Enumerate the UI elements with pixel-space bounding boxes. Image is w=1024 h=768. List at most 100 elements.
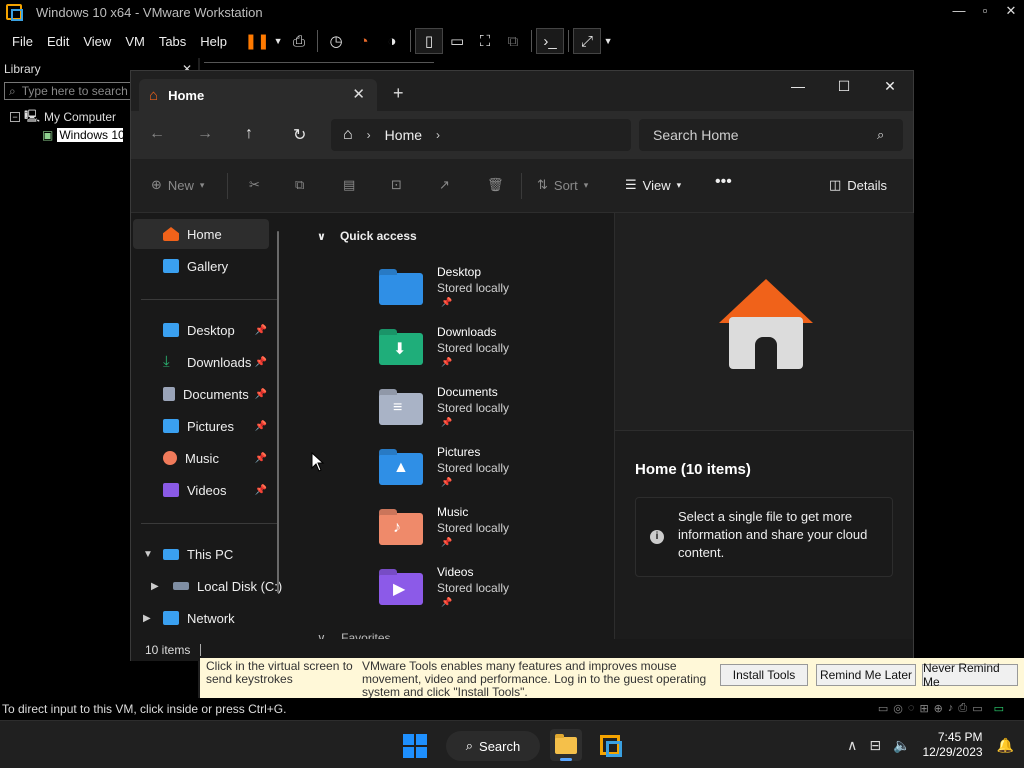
taskbar-vmware[interactable] xyxy=(594,729,626,761)
explorer-close-button[interactable]: ✕ xyxy=(867,71,913,101)
address-field[interactable]: ⌂ › Home › xyxy=(331,119,631,151)
cut-icon[interactable]: ✂ xyxy=(249,177,260,193)
vmware-minimize-button[interactable]: — xyxy=(946,0,972,24)
vmware-maximize-button[interactable]: ▫ xyxy=(972,0,998,24)
volume-icon[interactable]: 🔈 xyxy=(893,737,910,754)
vmware-close-button[interactable]: ✕ xyxy=(998,0,1024,24)
forward-arrow-icon[interactable]: → xyxy=(197,125,213,143)
favorites-header-partial[interactable]: ∨ Favorites xyxy=(317,631,391,639)
nav-gallery[interactable]: Gallery xyxy=(133,251,269,281)
rename-icon[interactable]: ⊡ xyxy=(391,177,402,193)
network-icon[interactable]: ⊟ xyxy=(869,737,881,754)
quick-access-item[interactable]: ⬇ Downloads Stored locally 📌 xyxy=(377,325,607,381)
quick-access-item[interactable]: ▶ Videos Stored locally 📌 xyxy=(377,565,607,621)
menu-edit[interactable]: Edit xyxy=(47,34,69,49)
quick-access-item[interactable]: Desktop Stored locally 📌 xyxy=(377,265,607,321)
hdd-icon[interactable]: ▭ xyxy=(878,702,888,715)
taskbar-clock[interactable]: 7:45 PM 12/29/2023 xyxy=(923,730,983,760)
nav-local-disk[interactable]: Local Disk (C:) xyxy=(133,571,282,601)
more-options-icon[interactable]: ••• xyxy=(715,173,732,191)
never-remind-button[interactable]: Never Remind Me xyxy=(922,661,1018,689)
copy-icon[interactable]: ⧉ xyxy=(295,177,304,193)
nav-music[interactable]: Music 📌 xyxy=(133,443,269,473)
send-ctrl-alt-del-icon[interactable]: ⎙ xyxy=(285,28,313,54)
windows-start-icon[interactable] xyxy=(403,734,427,758)
pin-icon[interactable]: 📌 xyxy=(255,357,267,368)
nav-videos[interactable]: Videos 📌 xyxy=(133,475,269,505)
nav-network[interactable]: Network xyxy=(133,603,269,633)
snapshot-manager-icon[interactable]: ◑ xyxy=(378,28,406,54)
search-input[interactable] xyxy=(639,119,903,151)
console-view-icon[interactable]: ›_ xyxy=(536,28,565,54)
usb-icon[interactable]: ⊕ xyxy=(934,702,943,715)
tab-close-icon[interactable]: ✕ xyxy=(352,85,365,103)
pause-icon[interactable]: ❚❚ xyxy=(243,28,271,54)
nav-downloads[interactable]: ⤓ Downloads 📌 xyxy=(133,347,269,377)
sort-button[interactable]: ⇅ Sort ▾ xyxy=(537,177,588,193)
up-arrow-icon[interactable]: ↑ xyxy=(245,125,253,143)
notification-bell-icon[interactable]: 🔔 xyxy=(997,737,1014,754)
remind-later-button[interactable]: Remind Me Later xyxy=(816,664,916,686)
collapse-icon[interactable]: − xyxy=(10,112,20,122)
install-tools-button[interactable]: Install Tools xyxy=(720,664,808,686)
stretch-guest-icon[interactable]: ⤢ xyxy=(573,28,602,54)
share-icon[interactable]: ↗ xyxy=(439,177,450,193)
printer-icon[interactable]: ⎙ xyxy=(958,702,967,715)
folder-icon: ♪ xyxy=(379,513,423,545)
explorer-minimize-button[interactable]: — xyxy=(775,71,821,101)
thumbnail-bar-icon[interactable]: ▭ xyxy=(443,28,471,54)
refresh-icon[interactable]: ↻ xyxy=(293,125,306,145)
nav-this-pc[interactable]: This PC xyxy=(133,539,269,569)
pin-icon[interactable]: 📌 xyxy=(255,453,267,464)
pause-dropdown-icon[interactable]: ▼ xyxy=(271,28,285,54)
pin-icon[interactable]: 📌 xyxy=(255,421,267,432)
nav-home[interactable]: Home xyxy=(133,219,269,249)
display-icon[interactable]: ▭ xyxy=(972,702,982,715)
nav-pictures[interactable]: Pictures 📌 xyxy=(133,411,269,441)
quick-access-item-name: Downloads xyxy=(437,325,497,339)
menu-help[interactable]: Help xyxy=(200,34,227,49)
explorer-maximize-button[interactable]: ☐ xyxy=(821,71,867,101)
chevron-right-icon[interactable]: › xyxy=(436,128,440,142)
menu-vm[interactable]: VM xyxy=(125,34,145,49)
new-tab-icon[interactable]: + xyxy=(393,83,404,104)
quick-access-item[interactable]: ▲ Pictures Stored locally 📌 xyxy=(377,445,607,501)
network-adapter-icon[interactable]: ⊞ xyxy=(919,702,928,715)
chevron-up-icon[interactable]: ∧ xyxy=(847,737,857,754)
revert-snapshot-icon[interactable]: ◔ xyxy=(350,28,378,54)
breadcrumb-home[interactable]: Home xyxy=(385,127,422,143)
message-icon[interactable]: ▭ xyxy=(994,702,1004,715)
pin-icon[interactable]: 📌 xyxy=(255,389,267,400)
show-library-icon[interactable]: ▯ xyxy=(415,28,444,54)
pin-icon[interactable]: 📌 xyxy=(255,485,267,496)
unity-icon[interactable]: ⧉ xyxy=(499,28,527,54)
nav-scrollbar[interactable] xyxy=(277,231,279,593)
floppy-icon[interactable]: ◌ xyxy=(908,702,915,715)
details-button[interactable]: ◫ Details xyxy=(829,177,887,193)
quick-access-item[interactable]: ≡ Documents Stored locally 📌 xyxy=(377,385,607,441)
stretch-dropdown-icon[interactable]: ▼ xyxy=(601,28,615,54)
status-message: To direct input to this VM, click inside… xyxy=(2,702,287,716)
full-screen-icon[interactable]: ⛶ xyxy=(471,28,499,54)
quick-access-item[interactable]: ♪ Music Stored locally 📌 xyxy=(377,505,607,561)
taskbar-file-explorer[interactable] xyxy=(550,729,582,761)
cd-icon[interactable]: ◎ xyxy=(893,702,903,715)
pin-icon: 📌 xyxy=(441,297,453,307)
explorer-tab-home[interactable]: ⌂ Home ✕ xyxy=(139,79,377,111)
pin-icon[interactable]: 📌 xyxy=(255,325,267,336)
menu-tabs[interactable]: Tabs xyxy=(159,34,186,49)
taskbar-search-button[interactable]: ⌕ Search xyxy=(446,731,540,761)
paste-icon[interactable]: ▤ xyxy=(343,177,355,193)
new-button[interactable]: ⊕ New ▾ xyxy=(151,177,204,193)
nav-desktop[interactable]: Desktop 📌 xyxy=(133,315,269,345)
menu-view[interactable]: View xyxy=(83,34,111,49)
snapshot-icon[interactable]: ◷ xyxy=(322,28,350,54)
back-arrow-icon[interactable]: ← xyxy=(149,125,165,143)
quick-access-header[interactable]: ∨ Quick access xyxy=(317,229,417,243)
nav-documents[interactable]: Documents 📌 xyxy=(133,379,269,409)
view-button[interactable]: ☰ View ▾ xyxy=(625,177,681,193)
menu-file[interactable]: File xyxy=(12,34,33,49)
sound-icon[interactable]: ♪ xyxy=(948,702,954,715)
delete-icon[interactable]: 🗑 xyxy=(487,177,504,193)
chevron-right-icon[interactable]: › xyxy=(367,128,371,142)
